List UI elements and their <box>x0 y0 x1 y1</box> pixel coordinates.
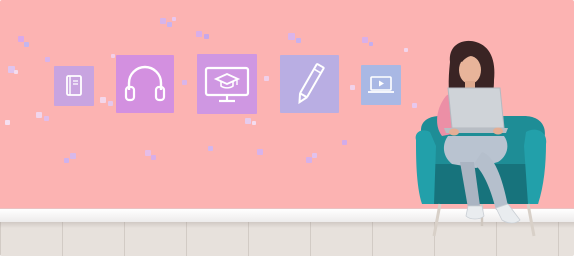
book-icon <box>54 66 94 106</box>
pencil-icon <box>280 55 339 113</box>
video-laptop-icon <box>361 65 401 105</box>
woman-on-armchair <box>415 40 547 237</box>
hero-illustration <box>0 0 574 256</box>
headphones-icon <box>116 55 174 113</box>
monitor-graduation-cap-icon <box>197 54 257 114</box>
